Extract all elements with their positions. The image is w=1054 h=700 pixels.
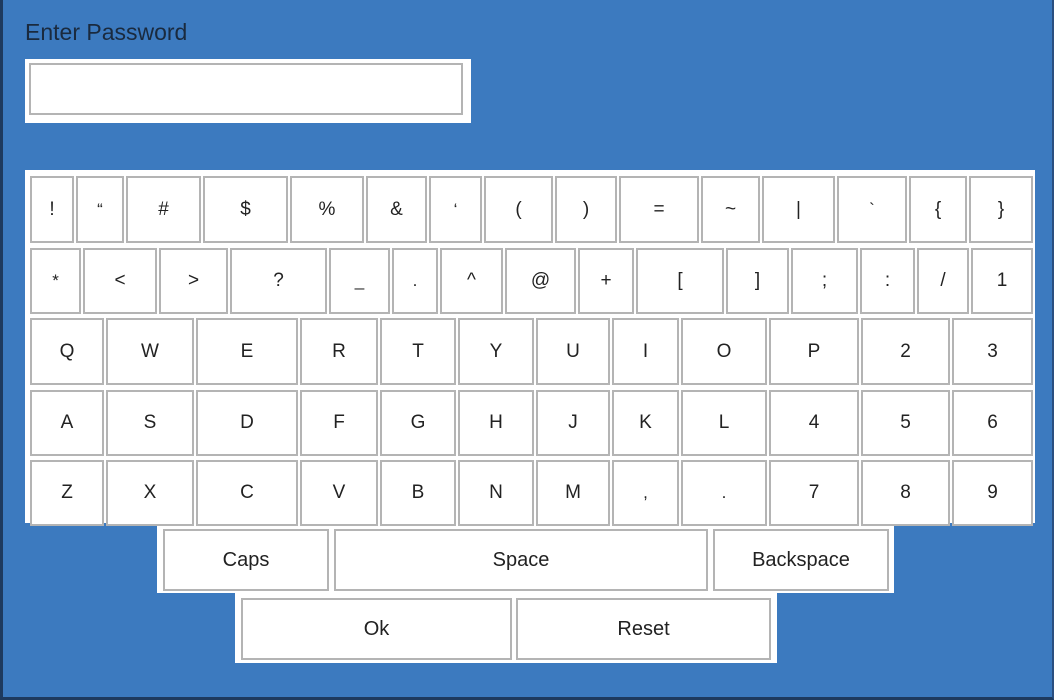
key-v[interactable]: V xyxy=(300,460,378,526)
key-caret[interactable]: ^ xyxy=(440,248,503,314)
key-dollar[interactable]: $ xyxy=(203,176,288,243)
reset-button[interactable]: Reset xyxy=(516,598,771,660)
key-comma[interactable]: , xyxy=(612,460,679,526)
key-1[interactable]: 1 xyxy=(971,248,1033,314)
key-open-paren[interactable]: ( xyxy=(484,176,553,243)
key-apostrophe[interactable]: ‘ xyxy=(429,176,482,243)
key-open-brace[interactable]: { xyxy=(909,176,967,243)
key-9[interactable]: 9 xyxy=(952,460,1033,526)
key-7[interactable]: 7 xyxy=(769,460,859,526)
key-a[interactable]: A xyxy=(30,390,104,456)
key-question[interactable]: ? xyxy=(230,248,327,314)
key-p[interactable]: P xyxy=(769,318,859,385)
key-equals[interactable]: = xyxy=(619,176,699,243)
key-open-bracket[interactable]: [ xyxy=(636,248,724,314)
key-b[interactable]: B xyxy=(380,460,456,526)
key-q[interactable]: Q xyxy=(30,318,104,385)
space-key[interactable]: Space xyxy=(334,529,708,591)
key-c[interactable]: C xyxy=(196,460,298,526)
key-s[interactable]: S xyxy=(106,390,194,456)
key-m[interactable]: M xyxy=(536,460,610,526)
key-l[interactable]: L xyxy=(681,390,767,456)
key-hash[interactable]: # xyxy=(126,176,201,243)
password-field-frame xyxy=(25,59,471,123)
key-percent[interactable]: % xyxy=(290,176,364,243)
key-4[interactable]: 4 xyxy=(769,390,859,456)
key-o[interactable]: O xyxy=(681,318,767,385)
key-tilde[interactable]: ~ xyxy=(701,176,760,243)
key-i[interactable]: I xyxy=(612,318,679,385)
key-k[interactable]: K xyxy=(612,390,679,456)
key-u[interactable]: U xyxy=(536,318,610,385)
key-greater-than[interactable]: > xyxy=(159,248,228,314)
key-slash[interactable]: / xyxy=(917,248,969,314)
key-backtick[interactable]: ` xyxy=(837,176,907,243)
key-plus[interactable]: + xyxy=(578,248,634,314)
key-y[interactable]: Y xyxy=(458,318,534,385)
key-h[interactable]: H xyxy=(458,390,534,456)
key-semicolon[interactable]: ; xyxy=(791,248,858,314)
page-title: Enter Password xyxy=(25,19,188,45)
key-3[interactable]: 3 xyxy=(952,318,1033,385)
key-at[interactable]: @ xyxy=(505,248,576,314)
key-e[interactable]: E xyxy=(196,318,298,385)
key-pipe[interactable]: | xyxy=(762,176,835,243)
password-dialog: Enter Password ! “# $% & ‘() = ~ | `{} * < >? _. ^ @ +[… xyxy=(0,0,1054,700)
key-r[interactable]: R xyxy=(300,318,378,385)
key-close-paren[interactable]: ) xyxy=(555,176,617,243)
key-5[interactable]: 5 xyxy=(861,390,950,456)
key-j[interactable]: J xyxy=(536,390,610,456)
key-close-bracket[interactable]: ] xyxy=(726,248,789,314)
key-underscore[interactable]: _ xyxy=(329,248,390,314)
key-f[interactable]: F xyxy=(300,390,378,456)
key-8[interactable]: 8 xyxy=(861,460,950,526)
caps-key[interactable]: Caps xyxy=(163,529,329,591)
key-2[interactable]: 2 xyxy=(861,318,950,385)
key-6[interactable]: 6 xyxy=(952,390,1033,456)
key-n[interactable]: N xyxy=(458,460,534,526)
key-close-brace[interactable]: } xyxy=(969,176,1033,243)
key-period[interactable]: . xyxy=(681,460,767,526)
key-period[interactable]: . xyxy=(392,248,438,314)
key-g[interactable]: G xyxy=(380,390,456,456)
ok-button[interactable]: Ok xyxy=(241,598,512,660)
key-d[interactable]: D xyxy=(196,390,298,456)
key-less-than[interactable]: < xyxy=(83,248,157,314)
key-asterisk[interactable]: * xyxy=(30,248,81,314)
password-input[interactable] xyxy=(29,63,463,115)
key-t[interactable]: T xyxy=(380,318,456,385)
key-z[interactable]: Z xyxy=(30,460,104,526)
key-colon[interactable]: : xyxy=(860,248,915,314)
key-exclamation[interactable]: ! xyxy=(30,176,74,243)
key-quote[interactable]: “ xyxy=(76,176,124,243)
key-ampersand[interactable]: & xyxy=(366,176,427,243)
key-w[interactable]: W xyxy=(106,318,194,385)
backspace-key[interactable]: Backspace xyxy=(713,529,889,591)
key-x[interactable]: X xyxy=(106,460,194,526)
